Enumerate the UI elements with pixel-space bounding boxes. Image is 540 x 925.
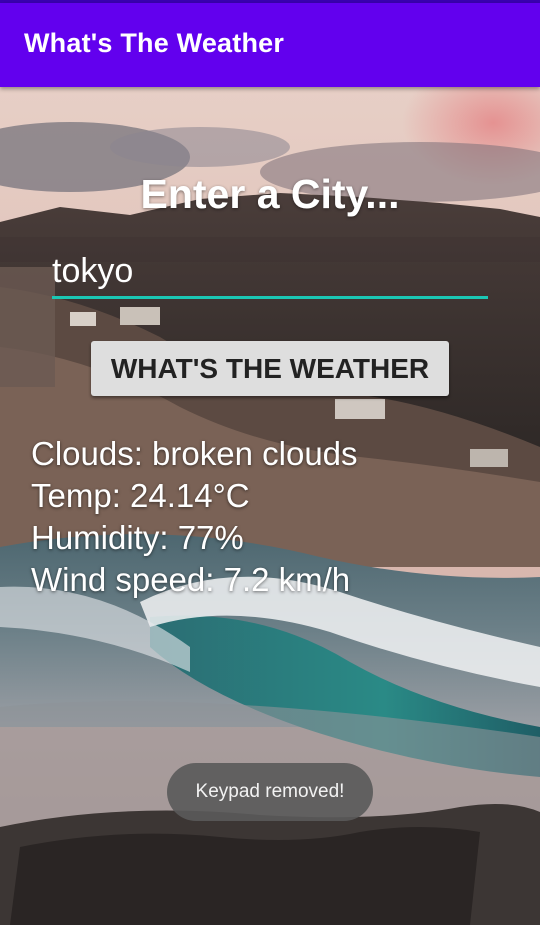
whats-the-weather-button[interactable]: WHAT'S THE WEATHER xyxy=(91,341,449,396)
humidity-text: Humidity: 77% xyxy=(31,519,244,556)
main-content: Enter a City... WHAT'S THE WEATHER Cloud… xyxy=(0,87,540,925)
temperature-text: Temp: 24.14°C xyxy=(31,477,250,514)
city-input[interactable] xyxy=(52,247,488,299)
page-heading: Enter a City... xyxy=(140,171,400,217)
toast-message: Keypad removed! xyxy=(167,763,373,821)
app-bar: What's The Weather xyxy=(0,3,540,87)
wind-speed-text: Wind speed: 7.2 km/h xyxy=(31,561,351,598)
clouds-text: Clouds: broken clouds xyxy=(31,435,358,472)
app-title: What's The Weather xyxy=(24,28,285,58)
